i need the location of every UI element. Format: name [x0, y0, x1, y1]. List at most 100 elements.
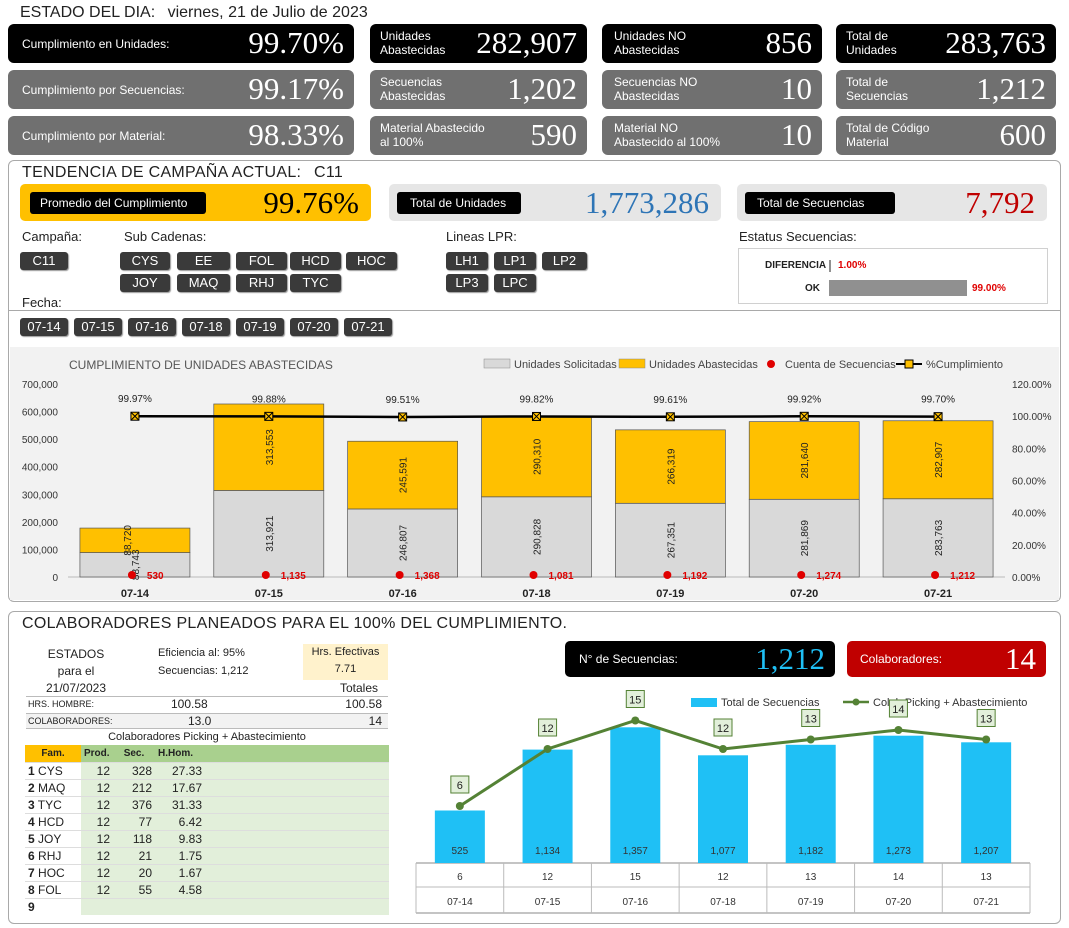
table-cell: 328 — [113, 762, 155, 779]
slicer-fecha-07-14[interactable]: 07-14 — [20, 318, 68, 336]
colab-card: Colaboradores: 14 — [847, 641, 1046, 677]
pct-label: 99.70% — [921, 395, 955, 406]
slicer-linea-lpc[interactable]: LPC — [494, 274, 536, 292]
secuencias-label: 1,274 — [816, 571, 841, 582]
slicer-fecha-07-19[interactable]: 07-19 — [236, 318, 284, 336]
table-row: 2 MAQ 12 212 17.67 — [25, 779, 389, 796]
slicer-fecha-07-16[interactable]: 07-16 — [128, 318, 176, 336]
table-cell: 55 — [113, 881, 155, 898]
colab-label: 13 — [805, 714, 817, 726]
slicer-subcadena-maq[interactable]: MAQ — [177, 274, 230, 292]
slicer-linea-lp1[interactable]: LP1 — [494, 252, 536, 270]
kpi-value: 99.17% — [248, 71, 344, 106]
x-tick-colab: 6 — [457, 872, 463, 883]
slicer-linea-lh1[interactable]: LH1 — [446, 252, 488, 270]
colab-point — [455, 802, 464, 810]
kpi-cumplimiento-secuencias: Cumplimiento por Secuencias: 99.17% — [8, 70, 354, 109]
table-cell — [205, 881, 389, 898]
table-cell: 4.58 — [155, 881, 205, 898]
promedio-card: Promedio del Cumplimiento 99.76% — [20, 184, 371, 221]
slicer-campana-c11[interactable]: C11 — [20, 252, 68, 270]
table-cell: 20 — [113, 864, 155, 881]
secuencias-dot — [395, 571, 404, 579]
kpi-secuencias-abastecidas: Secuencias Abastecidas 1,202 — [370, 70, 587, 109]
bar-label-abastecidas: 245,591 — [399, 457, 410, 494]
slicer-subcadena-rhj[interactable]: RHJ — [236, 274, 287, 292]
table-cell: 5 JOY — [25, 830, 81, 847]
bar-label: 1,077 — [710, 846, 735, 857]
pct-label: 99.82% — [520, 394, 554, 405]
total-unidades-value: 1,773,286 — [585, 185, 709, 220]
y2-tick-label: 20.00% — [1012, 541, 1046, 552]
slicer-fecha-07-21[interactable]: 07-21 — [344, 318, 392, 336]
colab-label: 12 — [541, 723, 553, 735]
colab-point — [631, 716, 640, 725]
num-secuencias-value: 1,212 — [755, 641, 825, 676]
kpi-label: Material Abastecido al 100% — [380, 121, 485, 149]
slicer-fecha-07-18[interactable]: 07-18 — [182, 318, 230, 336]
slicer-subcadena-hoc[interactable]: HOC — [346, 252, 397, 270]
slicer-fecha-07-15[interactable]: 07-15 — [74, 318, 122, 336]
chart-title: CUMPLIMIENTO DE UNIDADES ABASTECIDAS — [69, 358, 333, 372]
col-spacer — [205, 745, 389, 762]
legend-swatch — [483, 358, 511, 369]
slicer-subcadena-ee[interactable]: EE — [177, 252, 230, 270]
bar-label-abastecidas: 282,907 — [934, 441, 945, 478]
x-tick-colab: 12 — [542, 872, 554, 883]
kpi-value: 10 — [781, 117, 812, 152]
colab-label: 15 — [629, 695, 641, 707]
table-cell: 77 — [113, 813, 155, 830]
total-secuencias-value: 7,792 — [965, 185, 1035, 220]
x-tick-label: 07-19 — [798, 897, 824, 908]
pct-label: 99.92% — [787, 394, 821, 405]
table-cell: 2 MAQ — [25, 779, 81, 796]
kpi-cumplimiento-unidades: Cumplimiento en Unidades: 99.70% — [8, 24, 354, 63]
bar-label-solicitadas: 290,828 — [533, 518, 544, 555]
slicer-subcadena-cys[interactable]: CYS — [120, 252, 170, 270]
total-unidades-label: Total de Unidades — [397, 192, 521, 214]
legend-swatch — [618, 358, 646, 369]
slicer-subcadena-hcd[interactable]: HCD — [290, 252, 341, 270]
secuencias-label: 1,135 — [281, 571, 306, 582]
x-tick-label: 07-14 — [121, 588, 150, 600]
bar-secuencias — [610, 727, 661, 863]
slicer-subcadena-fol[interactable]: FOL — [236, 252, 287, 270]
total-secuencias-label: Total de Secuencias — [745, 192, 895, 214]
table-cell: 12 — [81, 762, 113, 779]
kpi-label: Cumplimiento en Unidades: — [22, 37, 170, 51]
x-tick-label: 07-21 — [973, 897, 999, 908]
secuencias-chart: Total de Secuencias Colab.Picking + Abast… — [415, 690, 1031, 914]
table-cell: 27.33 — [155, 762, 205, 779]
slicer-subcadena-joy[interactable]: JOY — [120, 274, 170, 292]
colab-point — [806, 735, 815, 744]
bar-label-abastecidas: 313,553 — [265, 429, 276, 466]
y-tick-label: 200,000 — [22, 518, 59, 529]
table-cell: 3 TYC — [25, 796, 81, 813]
estatus-label-diferencia: DIFERENCIA — [765, 260, 827, 271]
colab-label: 6 — [457, 780, 463, 792]
pct-label: 99.97% — [118, 394, 152, 405]
slicer-fecha-07-20[interactable]: 07-20 — [290, 318, 338, 336]
bar-label-abastecidas: 281,640 — [800, 442, 811, 479]
total-secuencias-card: Total de Secuencias 7,792 — [737, 184, 1047, 221]
estatus-value-diferencia: 1.00% — [838, 260, 867, 271]
legend-label: Unidades Abastecidas — [649, 359, 758, 371]
colab-point — [894, 726, 903, 734]
total-unidades-card: Total de Unidades 1,773,286 — [389, 184, 721, 221]
bar-label-abastecidas: 88,720 — [123, 525, 134, 556]
kpi-label: Cumplimiento por Material: — [22, 129, 166, 143]
kpi-unidades-no: Unidades NO Abastecidas 856 — [602, 24, 822, 63]
bar-label-solicitadas: 246,807 — [399, 524, 410, 561]
table-cell: 6.42 — [155, 813, 205, 830]
table-cell: 12 — [81, 864, 113, 881]
colab-point — [543, 745, 552, 753]
legend-swatch — [767, 360, 775, 368]
slicer-linea-lp2[interactable]: LP2 — [542, 252, 587, 270]
table-cell — [205, 762, 389, 779]
slicer-subcadena-tyc[interactable]: TYC — [290, 274, 341, 292]
table-cell: 12 — [81, 796, 113, 813]
kpi-value: 282,907 — [476, 25, 577, 60]
slicer-linea-lp3[interactable]: LP3 — [446, 274, 488, 292]
y-tick-label: 100,000 — [22, 545, 59, 556]
kpi-label: Unidades NO Abastecidas — [614, 29, 687, 57]
